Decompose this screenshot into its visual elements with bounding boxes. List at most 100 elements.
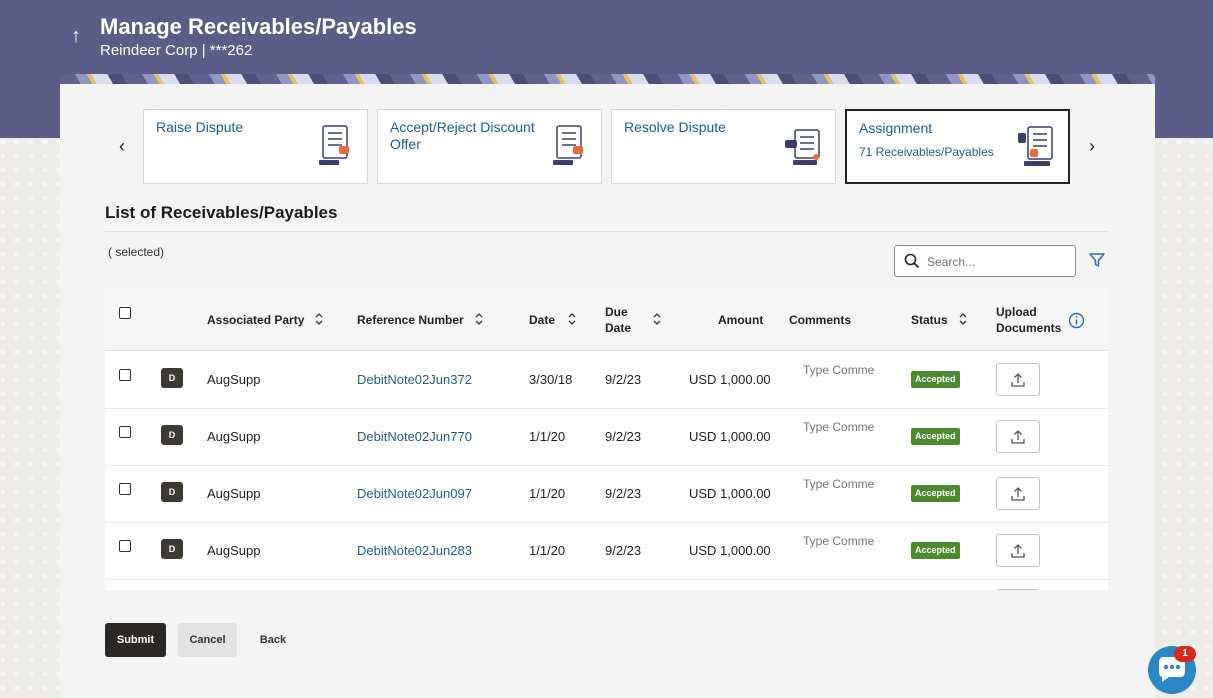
comment-input[interactable] — [803, 420, 883, 434]
sort-icon[interactable] — [567, 312, 577, 326]
table-row: D AugSupp DebitNote02Jun283 1/1/20 9/2/2… — [105, 523, 1108, 580]
header-associated-party: Associated Party — [207, 313, 305, 327]
cell-date: 1/1/20 — [529, 486, 566, 501]
cell-date: 3/30/18 — [529, 372, 573, 387]
card-count-link[interactable]: 71 Receivables/Payables — [859, 145, 994, 159]
cell-date: 1/1/20 — [529, 543, 566, 558]
comment-input[interactable] — [803, 534, 883, 548]
card-assignment[interactable]: Assignment 71 Receivables/Payables — [845, 109, 1070, 184]
cell-party: AugSupp — [207, 372, 261, 387]
card-title: Assignment — [859, 120, 933, 136]
upload-button[interactable] — [996, 420, 1040, 453]
selected-count: ( selected) — [108, 245, 165, 259]
party-avatar: D — [161, 539, 183, 559]
header-status: Status — [911, 313, 948, 327]
row-checkbox[interactable] — [119, 483, 131, 495]
header-date: Date — [529, 313, 556, 327]
resolve-document-icon — [785, 129, 820, 165]
party-avatar: D — [161, 425, 183, 445]
cell-reference-link[interactable]: DebitNote02Jun372 — [357, 372, 472, 387]
header-upload-line1: Upload — [996, 305, 1037, 319]
upload-button[interactable] — [996, 363, 1040, 396]
header-comments: Comments — [789, 313, 852, 327]
notification-badge: 1 — [1174, 646, 1196, 662]
sort-icon[interactable] — [474, 312, 484, 326]
back-arrow-icon[interactable]: ↑ — [66, 24, 86, 48]
upload-icon — [1011, 544, 1025, 558]
header-upload-documents: Upload Documents — [996, 304, 1061, 336]
comment-input[interactable] — [803, 477, 883, 491]
carousel-prev-icon[interactable]: ‹ — [112, 136, 132, 156]
cell-date: 1/1/20 — [529, 429, 566, 444]
search-icon — [904, 253, 920, 269]
header-due-line1: Due — [605, 305, 628, 319]
info-icon[interactable] — [1068, 312, 1085, 329]
header-due-date: Due Date — [605, 304, 631, 336]
search-box[interactable] — [894, 245, 1076, 277]
cancel-button[interactable]: Cancel — [178, 623, 237, 657]
table-header: Associated Party Reference Number Date D… — [105, 287, 1108, 351]
upload-icon — [1011, 430, 1025, 444]
sort-icon[interactable] — [652, 312, 662, 326]
page-subtitle: Reindeer Corp | ***262 — [100, 42, 253, 59]
receivables-table: Associated Party Reference Number Date D… — [105, 287, 1108, 590]
cell-reference-link[interactable]: DebitNote02Jun097 — [357, 486, 472, 501]
table-row: D AugSupp DebitNote02Jun097 1/1/20 9/2/2… — [105, 466, 1108, 523]
select-all-checkbox[interactable] — [119, 307, 131, 319]
status-badge: Accepted — [911, 542, 960, 559]
divider — [105, 231, 1108, 232]
header-amount: Amount — [718, 313, 764, 327]
cell-amount: USD 1,000.00 — [689, 429, 771, 444]
cell-party: AugSupp — [207, 429, 261, 444]
cell-due-date: 9/2/23 — [605, 429, 642, 444]
upload-button[interactable] — [996, 477, 1040, 510]
cell-party: AugSupp — [207, 486, 261, 501]
sort-icon[interactable] — [314, 312, 324, 326]
cell-amount: USD 1,000.00 — [689, 543, 771, 558]
card-raise-dispute[interactable]: Raise Dispute — [143, 109, 368, 184]
upload-icon — [1011, 373, 1025, 387]
upload-icon — [1011, 487, 1025, 501]
filter-icon[interactable] — [1088, 251, 1106, 269]
cell-amount: USD 1,000.00 — [689, 486, 771, 501]
status-badge: Accepted — [911, 428, 960, 445]
header-due-line2: Date — [605, 321, 632, 335]
header-upload-line2: Documents — [996, 321, 1062, 335]
card-title: Accept/Reject Discount Offer — [390, 119, 535, 152]
row-checkbox[interactable] — [119, 426, 131, 438]
cell-due-date: 9/2/23 — [605, 543, 642, 558]
sort-icon[interactable] — [958, 312, 968, 326]
page-title: Manage Receivables/Payables — [100, 14, 417, 39]
upload-button[interactable] — [996, 534, 1040, 567]
row-checkbox[interactable] — [119, 540, 131, 552]
upload-button-partial — [996, 589, 1040, 590]
submit-button[interactable]: Submit — [105, 623, 166, 657]
comment-input[interactable] — [803, 363, 883, 377]
back-button[interactable]: Back — [250, 623, 296, 657]
carousel-next-icon[interactable]: › — [1082, 136, 1102, 156]
cell-party: AugSupp — [207, 543, 261, 558]
card-title: Resolve Dispute — [624, 119, 726, 135]
cell-amount: USD 1,000.00 — [689, 372, 771, 387]
list-title: List of Receivables/Payables — [105, 203, 338, 222]
cell-due-date: 9/2/23 — [605, 486, 642, 501]
status-badge: Accepted — [911, 371, 960, 388]
cell-reference-link[interactable]: DebitNote02Jun283 — [357, 543, 472, 558]
party-avatar: D — [161, 368, 183, 388]
document-offer-icon — [553, 125, 583, 165]
table-row: D AugSupp DebitNote02Jun770 1/1/20 9/2/2… — [105, 409, 1108, 466]
decorative-banner — [60, 74, 1155, 84]
search-input[interactable] — [927, 252, 1067, 272]
status-badge: Accepted — [911, 485, 960, 502]
party-avatar: D — [161, 482, 183, 502]
cell-due-date: 9/2/23 — [605, 372, 642, 387]
header-reference-number: Reference Number — [357, 313, 464, 327]
assignment-icon — [1018, 126, 1053, 166]
row-checkbox[interactable] — [119, 369, 131, 381]
document-list-icon — [319, 125, 349, 165]
cell-reference-link[interactable]: DebitNote02Jun770 — [357, 429, 472, 444]
card-accept-reject-discount[interactable]: Accept/Reject Discount Offer — [377, 109, 602, 184]
card-resolve-dispute[interactable]: Resolve Dispute — [611, 109, 836, 184]
table-row: D AugSupp DebitNote02Jun372 3/30/18 9/2/… — [105, 352, 1108, 409]
card-title: Raise Dispute — [156, 119, 244, 135]
